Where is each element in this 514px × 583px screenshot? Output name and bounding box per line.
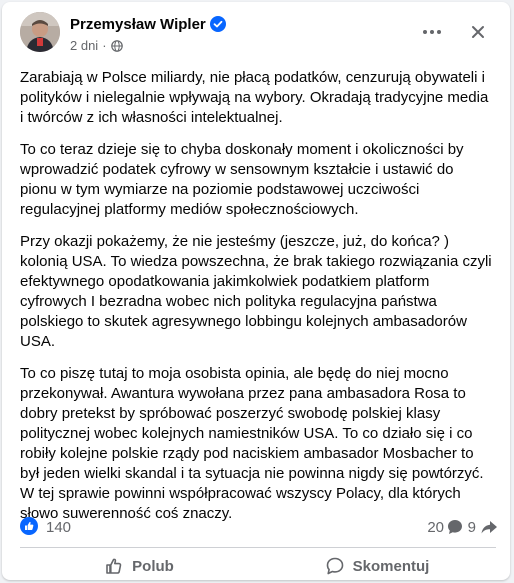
- meta-separator: ·: [102, 38, 107, 53]
- thumbs-up-icon: [106, 558, 122, 574]
- share-arrow-icon[interactable]: [480, 518, 498, 536]
- share-count[interactable]: 9: [468, 519, 476, 536]
- post-card: Przemysław Wipler 2 dni · Zarabiają w Po…: [2, 2, 510, 580]
- comment-button-label: Skomentuj: [352, 557, 430, 575]
- like-reaction-icon[interactable]: [20, 517, 38, 535]
- like-button[interactable]: Polub: [20, 552, 258, 580]
- actions-divider: [20, 547, 496, 548]
- post-paragraph: Przy okazji pokażemy, że nie jesteśmy (j…: [20, 233, 492, 350]
- post-time[interactable]: 2 dni: [70, 38, 98, 53]
- more-dots-icon: [423, 30, 441, 34]
- close-icon: [472, 26, 484, 38]
- author-avatar[interactable]: [20, 12, 60, 52]
- post-paragraph: To co piszę tutaj to moja osobista opini…: [20, 365, 484, 522]
- verified-badge-icon: [210, 16, 226, 32]
- globe-icon: [110, 39, 123, 52]
- more-options-button[interactable]: [416, 16, 448, 48]
- post-body: Zarabiają w Polsce miliardy, nie płacą p…: [20, 68, 494, 536]
- post-paragraph: Zarabiają w Polsce miliardy, nie płacą p…: [20, 69, 489, 126]
- comment-icon: [326, 557, 343, 575]
- author-name[interactable]: Przemysław Wipler: [70, 16, 206, 33]
- close-button[interactable]: [462, 16, 494, 48]
- post-meta: 2 dni ·: [70, 38, 123, 53]
- comment-count[interactable]: 20: [427, 519, 444, 536]
- like-count[interactable]: 140: [46, 519, 71, 536]
- post-paragraph: To co teraz dzieje się to chyba doskonał…: [20, 141, 464, 218]
- post-stats: 140 20 9: [20, 516, 500, 540]
- comment-bubble-icon[interactable]: [446, 518, 464, 536]
- post-header: Przemysław Wipler 2 dni ·: [20, 12, 496, 58]
- comment-button[interactable]: Skomentuj: [258, 552, 496, 580]
- post-actions: Polub Skomentuj: [20, 552, 496, 580]
- like-button-label: Polub: [132, 557, 174, 575]
